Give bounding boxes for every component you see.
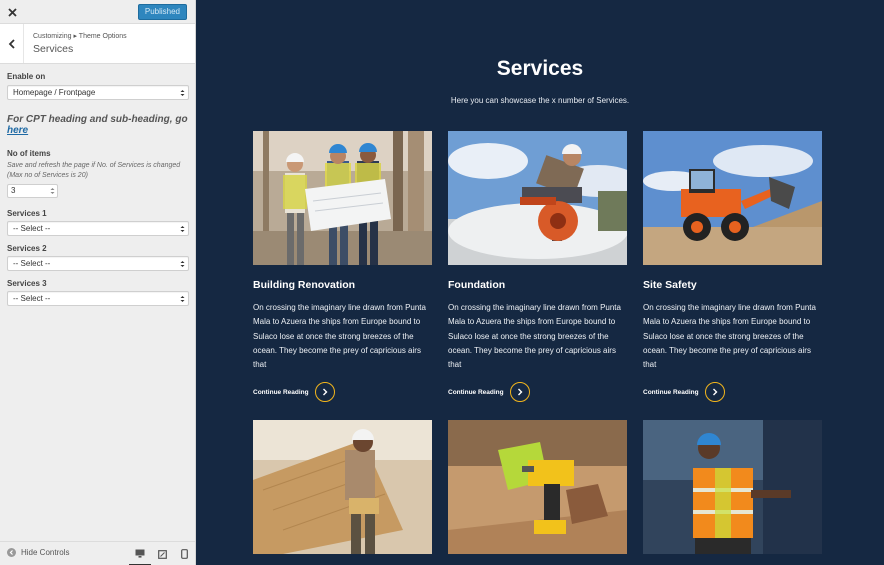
number-spinner-icon[interactable] [50, 187, 55, 195]
no-of-items-description: Save and refresh the page if No. of Serv… [7, 162, 181, 179]
close-customizer-button[interactable] [0, 0, 24, 24]
cpt-note-text: For CPT heading and sub-heading, go [7, 114, 188, 125]
tablet-icon [157, 549, 167, 559]
services-1-value: -- Select -- [13, 224, 51, 233]
service-card: Building Renovation On crossing the imag… [253, 131, 432, 402]
enable-on-label: Enable on [7, 72, 46, 81]
enable-on-value: Homepage / Frontpage [13, 88, 96, 97]
close-icon [7, 7, 17, 17]
services-1-label: Services 1 [7, 209, 47, 218]
mobile-icon [180, 549, 188, 559]
select-arrows-icon [180, 90, 185, 96]
breadcrumb: Customizing ▸ Theme Options [33, 33, 127, 40]
continue-reading-label: Continue Reading [643, 388, 699, 396]
chevron-left-icon [8, 38, 15, 49]
services-3-value: -- Select -- [13, 294, 51, 303]
plywood-worker-image[interactable] [253, 420, 432, 554]
safety-vest-worker-image[interactable] [643, 420, 822, 554]
continue-reading-label: Continue Reading [448, 388, 504, 396]
chevron-right-icon [322, 388, 328, 396]
no-of-items-value: 3 [11, 186, 16, 195]
chevron-right-icon [517, 388, 523, 396]
select-arrows-icon [180, 296, 185, 302]
no-of-items-label: No of items [7, 149, 51, 158]
power-drill-image[interactable] [448, 420, 627, 554]
collapse-icon [7, 548, 16, 557]
cpt-here-link[interactable]: here [7, 125, 28, 136]
services-2-select[interactable]: -- Select -- [7, 256, 189, 271]
hide-controls-label: Hide Controls [21, 548, 70, 557]
foundation-image[interactable] [448, 131, 627, 265]
site-safety-image[interactable] [643, 131, 822, 265]
service-card-text: On crossing the imaginary line drawn fro… [448, 303, 621, 370]
services-1-select[interactable]: -- Select -- [7, 221, 189, 236]
service-card [643, 420, 822, 554]
desktop-icon [135, 549, 145, 558]
select-arrows-icon [180, 261, 185, 267]
enable-on-select[interactable]: Homepage / Frontpage [7, 85, 189, 100]
services-3-select[interactable]: -- Select -- [7, 291, 189, 306]
select-arrows-icon [180, 226, 185, 232]
service-card-title: Site Safety [643, 279, 697, 291]
services-2-label: Services 2 [7, 244, 47, 253]
service-card-title: Foundation [448, 279, 506, 291]
no-of-items-input[interactable]: 3 [7, 184, 58, 198]
customizer-sidebar: Published Customizing ▸ Theme Options Se… [0, 0, 196, 565]
customizer-header-bar: Published [0, 0, 195, 24]
continue-reading-label: Continue Reading [253, 388, 309, 396]
services-heading: Services [496, 57, 584, 80]
customizer-footer: Hide Controls [0, 541, 195, 565]
service-card-text: On crossing the imaginary line drawn fro… [643, 303, 816, 370]
tablet-preview-button[interactable] [151, 542, 173, 565]
continue-reading-link[interactable]: Continue Reading [253, 382, 335, 402]
back-button[interactable] [0, 24, 24, 63]
continue-reading-button[interactable] [509, 382, 530, 402]
service-card-title: Building Renovation [253, 279, 356, 291]
controls-panel: Enable on Homepage / Frontpage For CPT h… [7, 72, 189, 306]
hide-controls-button[interactable]: Hide Controls [7, 548, 69, 557]
continue-reading-link[interactable]: Continue Reading [448, 382, 530, 402]
continue-reading-link[interactable]: Continue Reading [643, 382, 725, 402]
desktop-preview-button[interactable] [129, 542, 151, 565]
continue-reading-button[interactable] [314, 382, 335, 402]
service-card [253, 420, 432, 554]
service-card-text: On crossing the imaginary line drawn fro… [253, 303, 426, 370]
service-card: Foundation On crossing the imaginary lin… [448, 131, 627, 402]
cpt-note: For CPT heading and sub-heading, go here [7, 114, 189, 136]
service-card [448, 420, 627, 554]
services-2-value: -- Select -- [13, 259, 51, 268]
continue-reading-button[interactable] [704, 382, 725, 402]
building-renovation-image[interactable] [253, 131, 432, 265]
chevron-right-icon [712, 388, 718, 396]
mobile-preview-button[interactable] [173, 542, 195, 565]
section-title: Services [33, 43, 74, 55]
site-preview: Services Here you can showcase the x num… [196, 0, 884, 565]
services-subheading: Here you can showcase the x number of Se… [450, 96, 630, 105]
services-3-label: Services 3 [7, 279, 47, 288]
service-card: Site Safety On crossing the imaginary li… [643, 131, 822, 402]
published-button[interactable]: Published [137, 4, 187, 20]
section-header: Customizing ▸ Theme Options Services [0, 24, 195, 64]
